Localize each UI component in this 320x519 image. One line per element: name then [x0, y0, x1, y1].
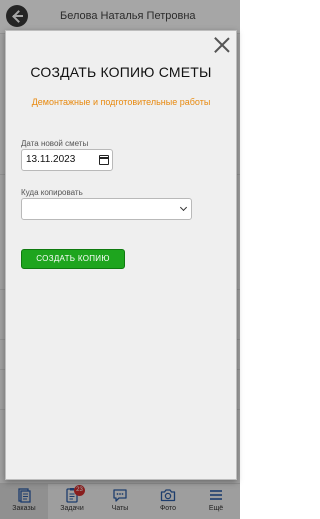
- chevron-down-icon: [179, 203, 188, 212]
- target-select[interactable]: [21, 198, 192, 220]
- dialog-subtitle: Демонтажные и подготовительные работы: [31, 97, 211, 107]
- create-copy-button[interactable]: СОЗДАТЬ КОПИЮ: [21, 249, 125, 269]
- dialog-title: СОЗДАТЬ КОПИЮ СМЕТЫ: [30, 64, 212, 80]
- date-value: 13.11.2023: [26, 154, 76, 165]
- close-icon[interactable]: [214, 37, 230, 53]
- date-label: Дата новой сметы: [21, 139, 89, 148]
- copy-estimate-dialog: СОЗДАТЬ КОПИЮ СМЕТЫ Демонтажные и подгот…: [5, 30, 237, 480]
- date-field[interactable]: 13.11.2023: [21, 149, 113, 171]
- calendar-icon[interactable]: [99, 155, 109, 165]
- target-label: Куда копировать: [21, 188, 83, 197]
